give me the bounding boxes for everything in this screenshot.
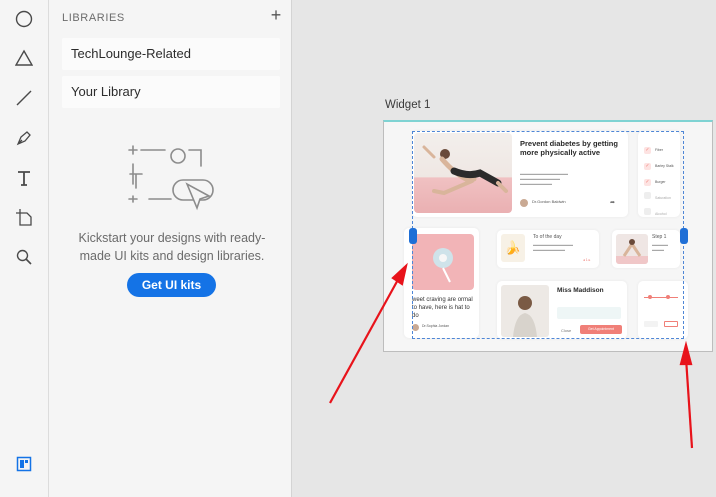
annotation-arrowhead-right	[679, 340, 693, 366]
annotation-arrowhead-left	[391, 262, 408, 286]
annotation-arrow-left	[329, 275, 401, 404]
annotation-arrows	[329, 262, 694, 449]
annotation-arrow-right	[684, 357, 694, 449]
